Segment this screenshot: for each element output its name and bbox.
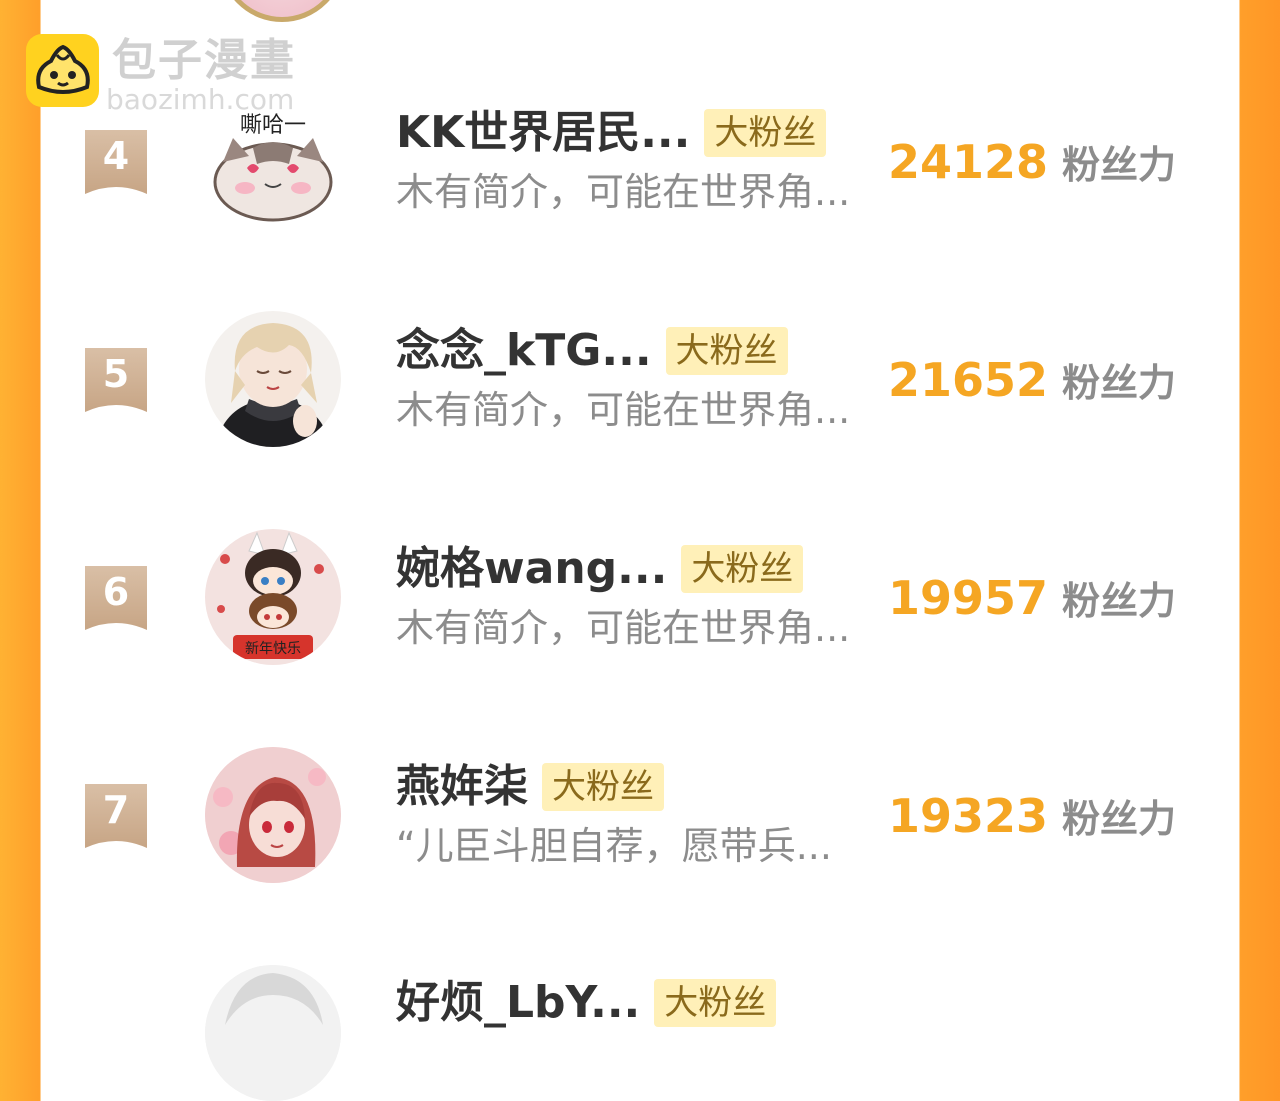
- list-item[interactable]: 7 燕姩柒 大粉丝 “儿臣斗胆自荐，愿带兵... 19323 粉丝力: [0, 654, 1280, 883]
- user-intro: 木有简介，可能在世界角...: [396, 388, 851, 432]
- rank-number: 6: [102, 570, 130, 614]
- name-line: KK世界居民... 大粉丝: [396, 106, 827, 160]
- username[interactable]: 好烦_LbY...: [396, 976, 640, 1030]
- fan-badge: 大粉丝: [681, 545, 804, 593]
- username[interactable]: KK世界居民...: [396, 106, 690, 160]
- avatar[interactable]: [205, 747, 341, 883]
- avatar[interactable]: 嘶哈一: [205, 98, 341, 234]
- name-line: 念念_kTG... 大粉丝: [396, 324, 788, 378]
- rank-number: 5: [102, 352, 130, 396]
- fan-badge: 大粉丝: [654, 979, 777, 1027]
- fan-score-unit: 粉丝力: [1062, 361, 1177, 405]
- list-item[interactable]: 好烦_LbY... 大粉丝: [0, 872, 1280, 1101]
- name-line: 好烦_LbY... 大粉丝: [396, 976, 777, 1030]
- fan-score-unit: 粉丝力: [1062, 579, 1177, 623]
- avatar[interactable]: 新年快乐: [205, 529, 341, 665]
- rank-ribbon: 6: [85, 566, 147, 630]
- watermark: 包子漫畫 baozimh.com: [26, 34, 326, 118]
- fan-badge: 大粉丝: [704, 109, 827, 157]
- list-item[interactable]: 5 念念_kTG... 大粉丝 木有简介，可能在世界角... 21652 粉丝力: [0, 218, 1280, 447]
- fan-score-value: 21652: [888, 353, 1049, 407]
- rank-number: 4: [102, 134, 130, 178]
- user-intro: “儿臣斗胆自荐，愿带兵...: [396, 824, 832, 868]
- rank-number: 7: [102, 788, 130, 832]
- fan-badge: 大粉丝: [542, 763, 664, 811]
- fan-score-unit: 粉丝力: [1062, 797, 1177, 841]
- watermark-title: 包子漫畫: [112, 35, 296, 86]
- fan-badge: 大粉丝: [665, 327, 788, 375]
- rank-ribbon: 5: [85, 348, 147, 412]
- username[interactable]: 念念_kTG...: [396, 324, 652, 378]
- fan-score-value: 19957: [888, 571, 1049, 625]
- avatar[interactable]: [205, 965, 341, 1101]
- watermark-url: baozimh.com: [106, 83, 295, 116]
- name-line: 燕姩柒 大粉丝: [396, 760, 664, 814]
- user-intro: 木有简介，可能在世界角...: [396, 606, 851, 650]
- fan-score-value: 24128: [888, 135, 1049, 189]
- fan-score: 21652 粉丝力: [888, 350, 1176, 410]
- baozi-logo-icon: [26, 34, 99, 107]
- avatar[interactable]: [205, 311, 341, 447]
- fan-score-unit: 粉丝力: [1062, 143, 1177, 187]
- user-intro: 木有简介，可能在世界角...: [396, 170, 851, 214]
- rank-ribbon: 4: [85, 130, 147, 194]
- rank-ribbon: 7: [85, 784, 147, 848]
- fan-score-value: 19323: [888, 789, 1049, 843]
- fan-score: 19323 粉丝力: [888, 786, 1176, 846]
- list-item[interactable]: 6 新年快乐 婉格wang... 大粉丝 木有简介，可能在世界角... 1995…: [0, 436, 1280, 665]
- username[interactable]: 燕姩柒: [396, 760, 528, 814]
- fan-score: 24128 粉丝力: [888, 132, 1176, 192]
- name-line: 婉格wang... 大粉丝: [396, 542, 804, 596]
- username[interactable]: 婉格wang...: [396, 542, 667, 596]
- fan-score: 19957 粉丝力: [888, 568, 1176, 628]
